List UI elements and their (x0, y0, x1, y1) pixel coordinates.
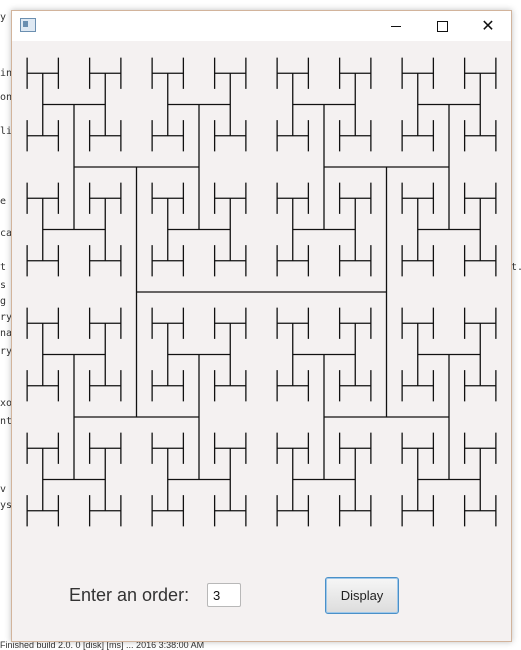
minimize-button[interactable] (373, 11, 419, 41)
app-icon (20, 18, 36, 32)
hyperlink-window: ✕ Enter an order: Display (11, 10, 512, 642)
maximize-button[interactable] (419, 11, 465, 41)
background-right-strip: t. (511, 0, 521, 650)
h-tree-canvas (12, 41, 511, 561)
order-label: Enter an order: (69, 585, 190, 605)
display-button[interactable]: Display (325, 577, 399, 614)
h-tree-drawing (26, 57, 497, 527)
close-icon: ✕ (481, 18, 495, 35)
order-input[interactable] (207, 583, 241, 607)
editor-fragment: t. (511, 262, 521, 273)
minimize-icon (391, 25, 401, 27)
maximize-icon (436, 20, 448, 32)
title-bar[interactable]: ✕ (12, 11, 511, 41)
close-button[interactable]: ✕ (465, 11, 511, 41)
